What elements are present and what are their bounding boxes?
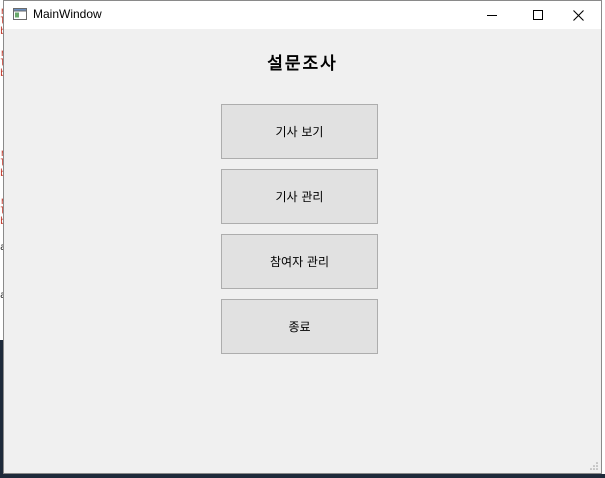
title-bar[interactable]: MainWindow xyxy=(4,1,601,29)
maximize-icon xyxy=(533,10,543,20)
window-title: MainWindow xyxy=(33,7,102,21)
main-window: MainWindow 설문조사 기사 보기 기사 관리 참여자 관리 종료 xyxy=(3,0,602,474)
page-title: 설문조사 xyxy=(267,54,338,74)
button-label: 참여자 관리 xyxy=(269,255,329,269)
exit-button[interactable]: 종료 xyxy=(221,299,378,354)
minimize-button[interactable] xyxy=(469,1,515,29)
manage-participants-button[interactable]: 참여자 관리 xyxy=(221,234,378,289)
app-icon xyxy=(13,8,27,20)
button-label: 기사 관리 xyxy=(275,190,324,204)
close-button[interactable] xyxy=(555,1,601,29)
button-label: 기사 보기 xyxy=(275,125,324,139)
button-label: 종료 xyxy=(288,320,311,334)
close-icon xyxy=(572,9,584,21)
resize-grip-icon[interactable] xyxy=(589,461,599,471)
view-articles-button[interactable]: 기사 보기 xyxy=(221,104,378,159)
background-bottom-strip xyxy=(0,474,605,478)
manage-articles-button[interactable]: 기사 관리 xyxy=(221,169,378,224)
minimize-icon xyxy=(487,15,497,16)
